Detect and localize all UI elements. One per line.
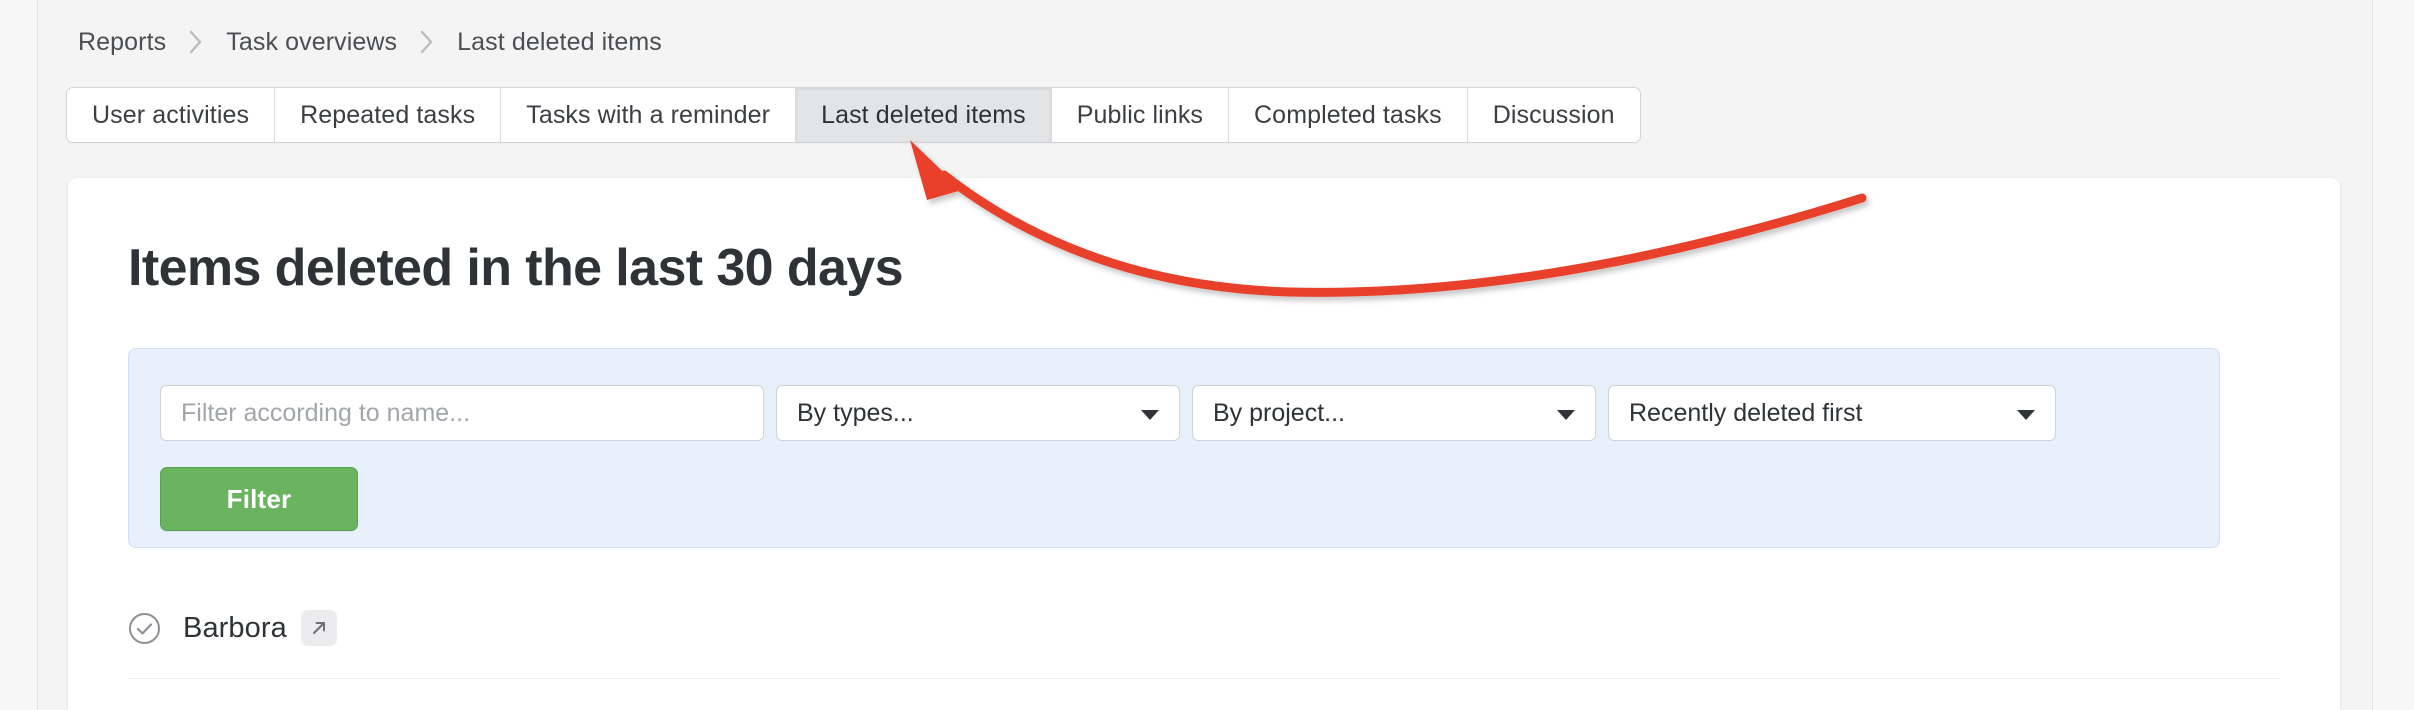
list-divider [128,678,2280,679]
caret-down-icon [2017,410,2035,420]
tab-bar: User activities Repeated tasks Tasks wit… [66,87,1641,143]
tab-user-activities[interactable]: User activities [67,88,276,142]
tab-repeated-tasks[interactable]: Repeated tasks [275,88,502,142]
right-gutter [2373,0,2414,710]
type-select-value: By types... [797,398,914,427]
search-input[interactable]: Filter according to name... [160,385,764,441]
filter-controls-row: Filter according to name... By types... … [160,385,2056,441]
sort-select-value: Recently deleted first [1629,398,1863,427]
tab-last-deleted-items[interactable]: Last deleted items [796,88,1052,142]
tab-tasks-with-a-reminder[interactable]: Tasks with a reminder [501,88,797,142]
chevron-right-icon [188,29,204,55]
breadcrumb-item-reports[interactable]: Reports [78,28,166,57]
check-circle-icon [128,612,161,645]
tab-discussion[interactable]: Discussion [1467,88,1640,142]
page-title: Items deleted in the last 30 days [128,239,904,297]
type-select[interactable]: By types... [776,385,1180,441]
chevron-right-icon [419,29,435,55]
tab-completed-tasks[interactable]: Completed tasks [1229,88,1468,142]
content-card: Items deleted in the last 30 days Filter… [68,178,2340,710]
project-select-value: By project... [1213,398,1345,427]
caret-down-icon [1141,410,1159,420]
project-select[interactable]: By project... [1192,385,1596,441]
tab-public-links[interactable]: Public links [1051,88,1230,142]
left-gutter [0,0,37,710]
caret-down-icon [1557,410,1575,420]
filter-submit-button[interactable]: Filter [160,467,358,531]
breadcrumb-item-last-deleted-items[interactable]: Last deleted items [457,28,662,57]
list-item[interactable]: Barbora [128,610,337,646]
left-rail-divider [37,0,38,710]
breadcrumb: Reports Task overviews Last deleted item… [78,28,662,57]
filter-panel: Filter according to name... By types... … [128,348,2220,548]
external-link-arrow-icon[interactable] [300,610,337,646]
right-rail-divider [2372,0,2373,710]
app-window: Reports Task overviews Last deleted item… [0,0,2414,710]
sort-select[interactable]: Recently deleted first [1608,385,2056,441]
breadcrumb-item-task-overviews[interactable]: Task overviews [226,28,397,57]
list-item-label: Barbora [183,611,287,644]
